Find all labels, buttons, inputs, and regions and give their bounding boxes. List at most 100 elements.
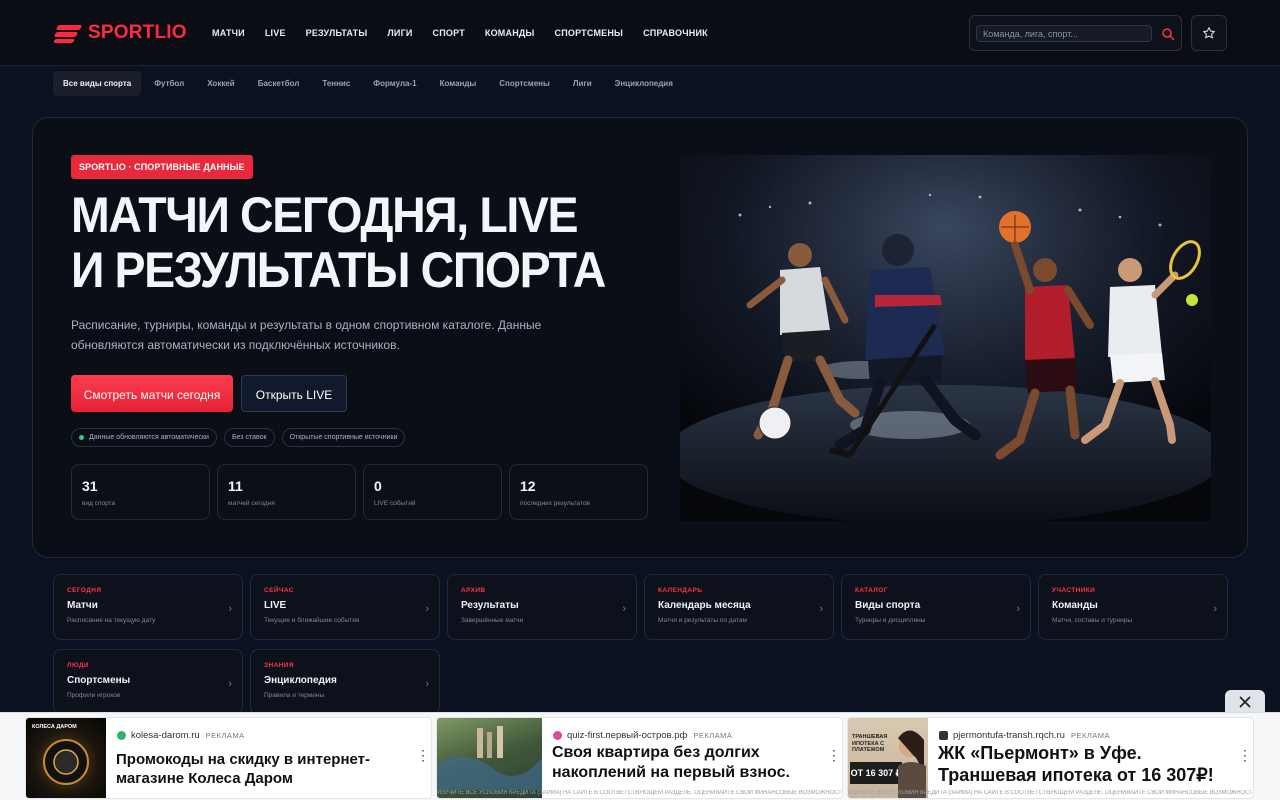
card-results[interactable]: АРХИВ Результаты Завершённые матчи › [447, 574, 637, 640]
feature-chips: Данные обновляются автоматически Без ста… [71, 428, 412, 447]
search-box [969, 15, 1182, 51]
ad-item-quiz-first[interactable]: quiz-first.первый-остров.рф РЕКЛАМА Своя… [436, 717, 843, 799]
card-kicker: СЕГОДНЯ [67, 587, 102, 594]
card-calendar[interactable]: КАЛЕНДАРЬ Календарь месяца Матчи и резул… [644, 574, 834, 640]
card-sports[interactable]: КАТАЛОГ Виды спорта Турниры и дисциплины… [841, 574, 1031, 640]
nav-item-live[interactable]: LIVE [265, 28, 286, 38]
ad-domain: pjermontufa-transh.rqch.ru [953, 730, 1065, 741]
stat-sports-count: 31 вид спорта [71, 464, 210, 520]
card-encyclopedia[interactable]: ЗНАНИЯ Энциклопедия Правила и термины › [250, 649, 440, 715]
chip-no-bets: Без ставок [223, 428, 275, 447]
card-kicker: АРХИВ [461, 587, 486, 594]
ad-item-piermont[interactable]: ТРАНШЕВАЯ ИПОТЕКА С ПЛАТЕЖОМ ОТ 16 307 ₽… [847, 717, 1254, 799]
subnav-item-leagues[interactable]: Лиги [563, 71, 602, 96]
more-vertical-icon[interactable]: ⋮ [1238, 748, 1252, 762]
card-description: Профили игроков [67, 692, 121, 699]
card-description: Матчи, составы и турниры [1052, 617, 1132, 624]
ad-headline: Промокоды на скидку в интернет-магазине … [116, 751, 370, 787]
ad-close-button[interactable] [1225, 690, 1265, 714]
stat-value: 11 [228, 478, 243, 494]
subnav-item-athletes[interactable]: Спортсмены [489, 71, 560, 96]
stats-row: 31 вид спорта 11 матчей сегодня 0 LIVE с… [71, 464, 655, 520]
ad-source: quiz-first.первый-остров.рф РЕКЛАМА [553, 730, 732, 741]
hero-section: SPORTLIO · СПОРТИВНЫЕ ДАННЫЕ МАТЧИ СЕГОД… [32, 117, 1248, 558]
stat-value: 31 [82, 478, 98, 494]
ad-item-kolesa[interactable]: КОЛЕСА ДАРОМ kolesa-darom.ru РЕКЛАМА Про… [25, 717, 432, 799]
chip-label: Данные обновляются автоматически [89, 434, 209, 441]
search-icon[interactable] [1161, 27, 1175, 41]
chip-auto-update: Данные обновляются автоматически [71, 428, 217, 447]
main-nav: МАТЧИ LIVE РЕЗУЛЬТАТЫ ЛИГИ СПОРТ КОМАНДЫ… [212, 28, 728, 38]
logo-text: SPORTLIO [88, 22, 187, 43]
hero-badge: SPORTLIO · СПОРТИВНЫЕ ДАННЫЕ [71, 155, 253, 179]
subnav-item-formula1[interactable]: Формула-1 [363, 71, 426, 96]
subnav-item-encyclopedia[interactable]: Энциклопедия [605, 71, 683, 96]
subnav-item-football[interactable]: Футбол [144, 71, 194, 96]
search-input[interactable] [976, 25, 1152, 42]
ad-headline: ЖК «Пьермонт» в Уфе. Траншевая ипотека о… [938, 743, 1214, 785]
nav-item-teams[interactable]: КОМАНДЫ [485, 28, 535, 38]
card-athletes[interactable]: ЛЮДИ Спортсмены Профили игроков › [53, 649, 243, 715]
subnav-item-all-sports[interactable]: Все виды спорта [53, 70, 142, 96]
chevron-right-icon: › [228, 678, 232, 690]
ad-disclaimer: ИЗУЧИТЕ ВСЕ УСЛОВИЯ КРЕДИТА (ЗАЙМА) НА С… [848, 790, 1253, 796]
more-vertical-icon[interactable]: ⋮ [416, 748, 430, 762]
tire-icon [43, 739, 89, 785]
hero-title: МАТЧИ СЕГОДНЯ, LIVE И РЕЗУЛЬТАТЫ СПОРТА [71, 188, 610, 298]
ad-label: РЕКЛАМА [693, 731, 733, 740]
subnav-item-basketball[interactable]: Баскетбол [248, 71, 310, 96]
athletes-illustration [680, 155, 1211, 521]
ad-image-tire: КОЛЕСА ДАРОМ [26, 718, 106, 798]
person-icon [898, 730, 926, 798]
hero-description: Расписание, турниры, команды и результат… [71, 318, 542, 352]
card-title: Матчи [67, 600, 98, 611]
subnav-item-teams[interactable]: Команды [430, 71, 487, 96]
watch-today-matches-button[interactable]: Смотреть матчи сегодня [71, 375, 233, 412]
chevron-right-icon: › [425, 603, 429, 615]
ad-disclaimer: ИЗУЧИТЕ ВСЕ УСЛОВИЯ КРЕДИТА (ЗАЙМА) НА С… [437, 790, 842, 796]
card-title: Команды [1052, 600, 1098, 611]
ad-image-woman: ТРАНШЕВАЯ ИПОТЕКА С ПЛАТЕЖОМ ОТ 16 307 ₽ [848, 718, 928, 798]
site-logo[interactable]: SPORTLIO [53, 22, 187, 44]
ad-domain: quiz-first.первый-остров.рф [567, 730, 688, 741]
card-matches[interactable]: СЕГОДНЯ Матчи Расписание на текущую дату… [53, 574, 243, 640]
stat-label: матчей сегодня [228, 500, 275, 507]
card-description: Матчи и результаты по датам [658, 617, 747, 624]
subnav-item-hockey[interactable]: Хоккей [197, 71, 245, 96]
card-description: Текущие и ближайшие события [264, 617, 360, 624]
stat-label: LIVE событий [374, 500, 416, 507]
more-vertical-icon[interactable]: ⋮ [827, 748, 841, 762]
card-title: Результаты [461, 600, 519, 611]
card-title: LIVE [264, 600, 287, 611]
verified-icon [117, 731, 126, 740]
top-header: SPORTLIO МАТЧИ LIVE РЕЗУЛЬТАТЫ ЛИГИ СПОР… [0, 0, 1280, 66]
chevron-right-icon: › [1016, 603, 1020, 615]
chip-label: Открытые спортивные источники [289, 434, 398, 441]
nav-item-results[interactable]: РЕЗУЛЬТАТЫ [306, 28, 368, 38]
open-live-button[interactable]: Открыть LIVE [241, 375, 347, 412]
card-title: Виды спорта [855, 600, 921, 611]
card-live[interactable]: СЕЙЧАС LIVE Текущие и ближайшие события … [250, 574, 440, 640]
card-description: Расписание на текущую дату [67, 617, 156, 624]
card-teams[interactable]: УЧАСТНИКИ Команды Матчи, составы и турни… [1038, 574, 1228, 640]
ad-source: kolesa-darom.ru РЕКЛАМА [117, 730, 245, 741]
nav-item-sport[interactable]: СПОРТ [433, 28, 465, 38]
subnav-item-tennis[interactable]: Теннис [312, 71, 360, 96]
chip-label: Без ставок [231, 434, 267, 441]
nav-item-reference[interactable]: СПРАВОЧНИК [643, 28, 708, 38]
card-title: Спортсмены [67, 675, 131, 686]
favorites-button[interactable] [1191, 15, 1227, 51]
nav-item-leagues[interactable]: ЛИГИ [387, 28, 412, 38]
card-kicker: ЗНАНИЯ [264, 662, 294, 669]
nav-item-athletes[interactable]: СПОРТСМЕНЫ [555, 28, 624, 38]
chevron-right-icon: › [228, 603, 232, 615]
card-description: Завершённые матчи [461, 617, 524, 624]
stat-label: последних результатов [520, 500, 590, 507]
chevron-right-icon: › [622, 603, 626, 615]
hero-title-line-2: И РЕЗУЛЬТАТЫ СПОРТА [71, 242, 606, 298]
stat-value: 12 [520, 478, 536, 494]
nav-item-matches[interactable]: МАТЧИ [212, 28, 245, 38]
card-title: Календарь месяца [658, 600, 751, 611]
ad-label: РЕКЛАМА [1070, 731, 1111, 740]
card-description: Правила и термины [264, 692, 325, 699]
